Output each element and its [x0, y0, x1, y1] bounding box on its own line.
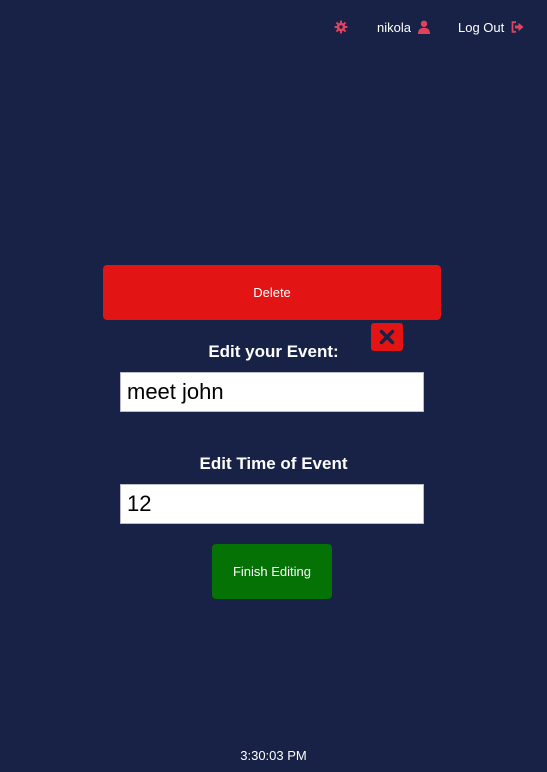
- finish-editing-label: Finish Editing: [232, 564, 312, 579]
- user-menu[interactable]: nikola: [377, 18, 430, 36]
- settings-button[interactable]: [334, 18, 348, 36]
- gear-icon: [334, 20, 348, 34]
- event-edit-page: nikola Log Out Delete Edit your Event: E…: [0, 0, 547, 772]
- user-icon: [417, 20, 430, 34]
- logout-button[interactable]: Log Out: [458, 18, 524, 36]
- clock-time: 3:30:03 PM: [240, 748, 307, 763]
- edit-event-heading: Edit your Event:: [208, 342, 339, 361]
- sign-out-icon: [511, 21, 524, 33]
- finish-editing-button[interactable]: Finish Editing: [212, 544, 332, 599]
- top-navigation: nikola Log Out: [0, 18, 547, 36]
- edit-time-heading: Edit Time of Event: [199, 454, 348, 473]
- username-label: nikola: [377, 19, 411, 35]
- delete-button-label: Delete: [253, 285, 291, 300]
- event-name-input[interactable]: [120, 372, 424, 412]
- logout-label: Log Out: [458, 19, 505, 35]
- delete-button[interactable]: Delete: [103, 265, 441, 320]
- event-time-input[interactable]: [120, 484, 424, 524]
